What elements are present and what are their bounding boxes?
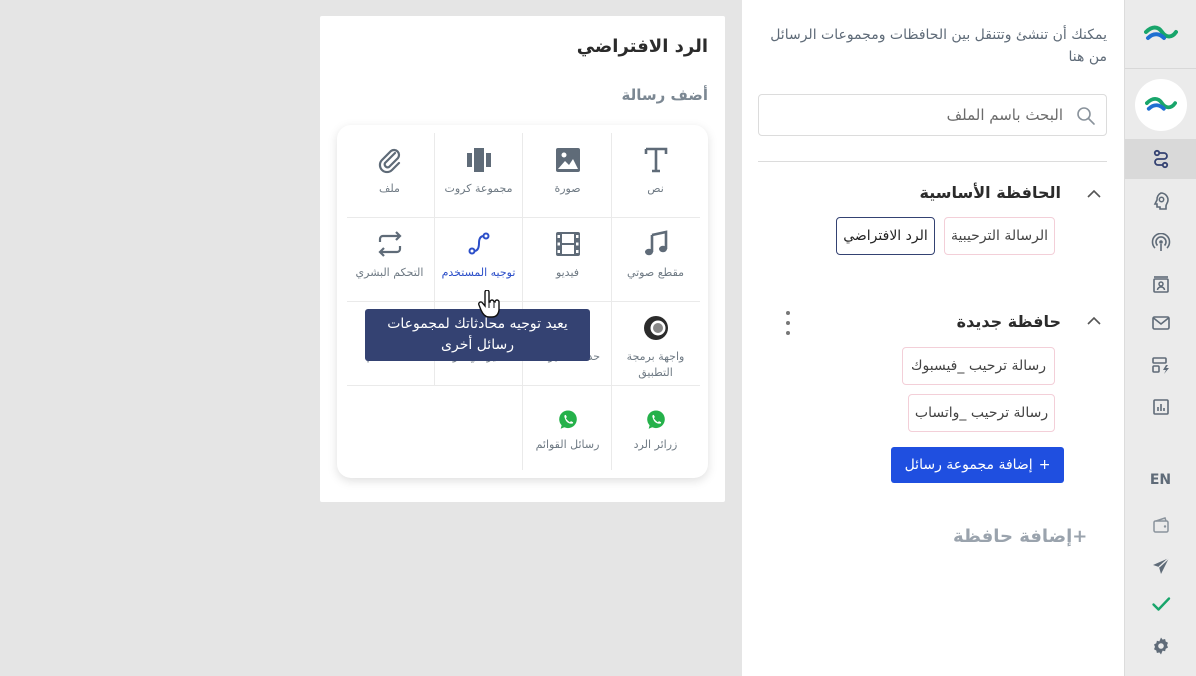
message-type-api[interactable]: واجهة برمجة التطبيق — [611, 301, 700, 385]
file-search-input[interactable] — [759, 95, 1069, 135]
analytics-icon — [1152, 399, 1169, 415]
icon-rail: EN — [1124, 0, 1196, 676]
whatsapp-icon — [558, 410, 577, 429]
message-type-reply-buttons-label: زرائر الرد — [633, 438, 678, 451]
check-icon — [1151, 597, 1170, 611]
chip-welcome-whatsapp[interactable]: رسالة ترحيب _واتساب — [908, 394, 1055, 432]
message-type-text-label: نص — [647, 182, 664, 195]
rail-item-flows[interactable] — [1125, 139, 1196, 179]
cards-icon — [466, 148, 491, 172]
message-type-human-takeover-label: التحكم البشري — [355, 266, 424, 279]
wallet-icon — [1152, 517, 1169, 533]
rail-item-inbox[interactable] — [1125, 303, 1196, 343]
new-folder-title[interactable]: حافظة جديدة — [957, 312, 1061, 331]
image-icon — [555, 148, 580, 172]
whatsapp-icon — [646, 410, 665, 429]
message-type-reply-buttons[interactable]: زرائر الرد — [611, 385, 700, 469]
add-folder-button[interactable]: +إضافة حافظة — [953, 526, 1087, 547]
add-group-plus: + — [1038, 457, 1051, 473]
main-folder-title[interactable]: الحافظة الأساسية — [920, 183, 1061, 202]
add-folder-plus: + — [1072, 526, 1088, 547]
music-icon — [644, 230, 667, 256]
send-icon — [1152, 557, 1169, 574]
repeat-icon — [377, 231, 402, 257]
divider — [758, 161, 1107, 162]
message-type-audio[interactable]: مقطع صوتي — [611, 217, 700, 301]
workspace-logo-icon — [1145, 97, 1177, 111]
card-title: الرد الافتراضي — [576, 36, 708, 57]
chevron-up-icon[interactable] — [1087, 189, 1101, 199]
hand-cursor-icon — [478, 290, 500, 318]
rail-item-wallet[interactable] — [1125, 505, 1196, 545]
film-icon — [555, 232, 580, 256]
route-icon — [468, 232, 489, 255]
contact-card-icon — [1152, 276, 1169, 293]
rail-item-ai[interactable] — [1125, 181, 1196, 221]
rail-item-done[interactable] — [1125, 584, 1196, 624]
message-type-file[interactable]: ملف — [345, 133, 434, 217]
message-type-list-messages[interactable]: رسائل القوائم — [523, 385, 612, 469]
folders-intro-text: يمكنك أن تنشئ وتتنقل بين الحافظات ومجموع… — [770, 27, 1107, 65]
message-type-video-label: فيديو — [555, 266, 580, 279]
add-folder-label: إضافة حافظة — [953, 526, 1073, 547]
file-search — [758, 94, 1107, 136]
chip-welcome-message[interactable]: الرسالة الترحيبية — [944, 217, 1055, 255]
rail-item-analytics[interactable] — [1125, 387, 1196, 427]
rail-item-send[interactable] — [1125, 546, 1196, 586]
rail-item-templates[interactable] — [1125, 345, 1196, 385]
rail-item-contacts[interactable] — [1125, 265, 1196, 305]
rail-item-broadcast[interactable] — [1125, 223, 1196, 263]
broadcast-icon — [1151, 233, 1170, 251]
folder-options-icon[interactable] — [785, 311, 791, 335]
flow-icon — [1153, 149, 1168, 169]
message-type-card-gallery[interactable]: مجموعة كروت — [434, 133, 523, 217]
message-type-image[interactable]: صورة — [523, 133, 612, 217]
add-message-heading: أضف رسالة — [621, 86, 708, 104]
text-icon — [644, 147, 667, 173]
message-type-audio-label: مقطع صوتي — [626, 266, 685, 279]
message-type-redirect-user[interactable]: توجيه المستخدم — [434, 217, 523, 301]
message-type-grid: نص صورة مجموعة كروت ملف مقطع صوتي فيديو … — [337, 125, 708, 478]
settings-icon — [1153, 637, 1168, 655]
mail-icon — [1151, 316, 1170, 330]
add-message-group-button[interactable]: + إضافة مجموعة رسائل — [891, 447, 1064, 483]
message-type-redirect-user-label: توجيه المستخدم — [441, 266, 516, 279]
brain-icon — [1153, 192, 1169, 210]
language-switch[interactable]: EN — [1125, 472, 1196, 488]
message-type-human-takeover[interactable]: التحكم البشري — [345, 217, 434, 301]
message-type-video[interactable]: فيديو — [523, 217, 612, 301]
chip-welcome-facebook[interactable]: رسالة ترحيب _فيسبوك — [902, 347, 1055, 385]
api-icon — [643, 316, 668, 340]
message-type-text[interactable]: نص — [611, 133, 700, 217]
message-type-api-label: واجهة برمجة التطبيق — [626, 350, 685, 379]
search-icon — [1077, 107, 1095, 125]
template-icon — [1151, 357, 1169, 374]
add-group-label: إضافة مجموعة رسائل — [904, 457, 1033, 473]
rail-item-settings[interactable] — [1125, 626, 1196, 666]
default-reply-card: الرد الافتراضي أضف رسالة نص صورة مجموعة … — [320, 16, 725, 502]
folders-panel: يمكنك أن تنشئ وتتنقل بين الحافظات ومجموع… — [742, 0, 1124, 676]
brand-logo-icon — [1143, 25, 1178, 40]
message-type-card-gallery-label: مجموعة كروت — [444, 182, 513, 195]
chip-default-reply[interactable]: الرد الافتراضي — [836, 217, 935, 255]
paperclip-icon — [378, 148, 400, 174]
message-type-image-label: صورة — [554, 182, 581, 195]
message-type-file-label: ملف — [379, 182, 400, 195]
brand-logo[interactable] — [1125, 0, 1196, 69]
message-type-list-messages-label: رسائل القوائم — [535, 438, 600, 451]
workspace-avatar[interactable] — [1135, 79, 1187, 131]
chevron-up-icon[interactable] — [1087, 316, 1101, 326]
